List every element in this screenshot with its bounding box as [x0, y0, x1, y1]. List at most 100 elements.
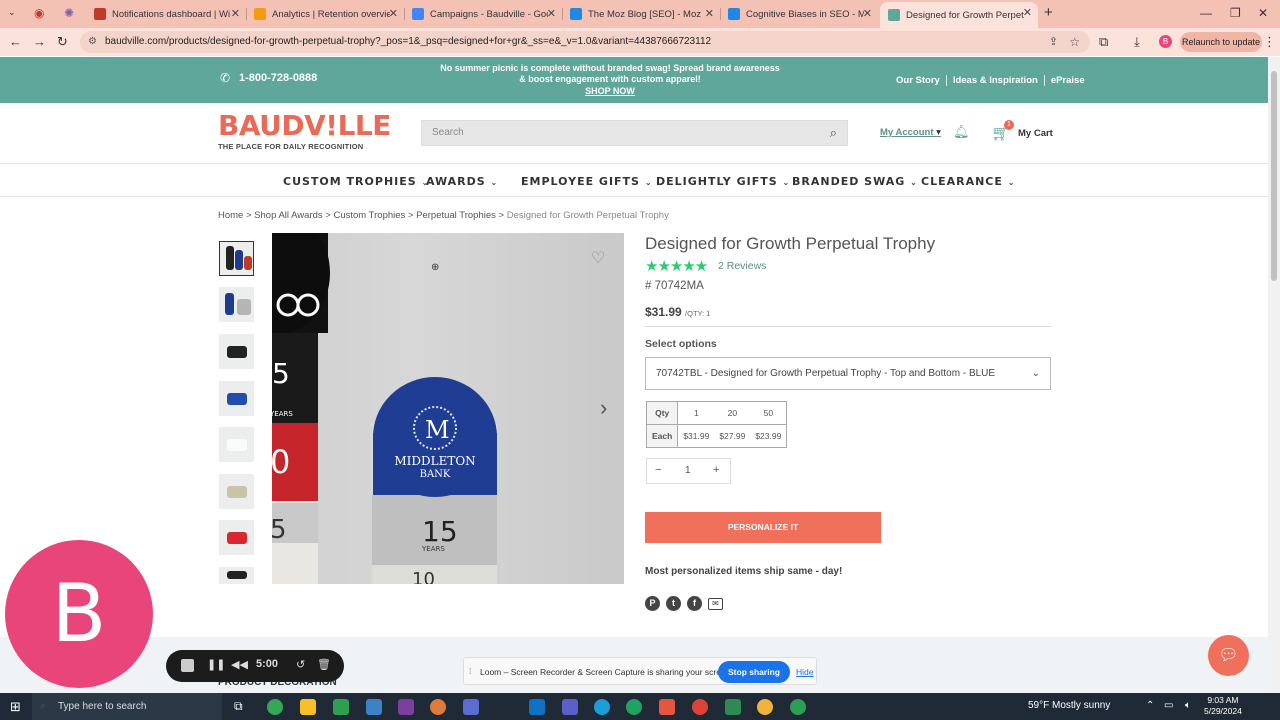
shop-now-link[interactable]: SHOP NOW	[440, 86, 780, 97]
browser-menu-icon[interactable]: ⋮	[1263, 34, 1276, 50]
volume-icon[interactable]: 🔈︎	[1185, 700, 1191, 711]
page-scrollbar[interactable]	[1268, 57, 1280, 693]
search-icon[interactable]: ⌕	[830, 121, 837, 145]
excel-icon[interactable]	[725, 699, 741, 715]
bookmark-star-icon[interactable]: ☆	[1069, 31, 1080, 53]
nav-clearance[interactable]: CLEARANCE ⌄	[921, 175, 1015, 188]
our-story-link[interactable]: Our Story	[890, 75, 947, 86]
pinterest-icon[interactable]: P	[645, 596, 660, 611]
quantity-stepper[interactable]: − 1 +	[646, 458, 731, 484]
facebook-icon[interactable]: f	[687, 596, 702, 611]
gallery-thumbnail[interactable]	[219, 567, 254, 584]
app-icon[interactable]	[463, 699, 479, 715]
personalize-button[interactable]: PERSONALIZE IT	[645, 512, 881, 543]
variant-select[interactable]: 70742TBL - Designed for Growth Perpetual…	[645, 357, 1051, 390]
system-clock[interactable]: 9:03 AM 5/29/2024	[1204, 695, 1242, 717]
battery-icon[interactable]: ▭	[1164, 700, 1173, 711]
gallery-thumbnail[interactable]	[219, 474, 254, 509]
task-view-icon[interactable]: ⧉	[234, 699, 250, 715]
close-tab-icon[interactable]: ✕	[231, 7, 240, 20]
stop-recording-icon[interactable]	[181, 659, 194, 672]
gallery-thumbnail[interactable]	[219, 427, 254, 462]
pause-icon[interactable]: ❚❚	[207, 658, 225, 671]
restart-icon[interactable]: ↺	[296, 658, 305, 671]
site-search-input[interactable]: Search ⌕	[421, 120, 848, 146]
epraise-link[interactable]: ePraise	[1045, 75, 1091, 86]
reviews-link[interactable]: 2 Reviews	[718, 260, 766, 272]
gallery-thumbnail[interactable]	[219, 520, 254, 555]
outlook-icon[interactable]	[529, 699, 545, 715]
chat-bubble-icon[interactable]: 💬︎	[1208, 635, 1249, 676]
chrome-icon[interactable]	[267, 699, 283, 715]
relaunch-button[interactable]: Relaunch to update	[1180, 32, 1262, 52]
stop-sharing-button[interactable]: Stop sharing	[718, 661, 790, 683]
gallery-thumbnail[interactable]	[219, 381, 254, 416]
breadcrumb-shop-all-awards[interactable]: Shop All Awards	[254, 210, 322, 221]
tab-notifications[interactable]: Notifications dashboard | Wise ✕	[86, 3, 246, 25]
record-icon[interactable]: ◉	[34, 6, 44, 20]
reload-icon[interactable]: ↻	[57, 34, 68, 50]
site-info-icon[interactable]: ⚙	[88, 31, 97, 53]
tab-moz-blog[interactable]: The Moz Blog [SEO] - Moz ✕	[562, 3, 720, 25]
ideas-inspiration-link[interactable]: Ideas & Inspiration	[947, 75, 1045, 86]
breadcrumb-home[interactable]: Home	[218, 210, 243, 221]
tab-analytics[interactable]: Analytics | Retention overview ✕	[246, 3, 404, 25]
breadcrumb-custom-trophies[interactable]: Custom Trophies	[333, 210, 405, 221]
chrome-icon[interactable]	[757, 699, 773, 715]
twitter-icon[interactable]: t	[666, 596, 681, 611]
weather-widget[interactable]: 59°F Mostly sunny	[1028, 700, 1110, 711]
breadcrumb-perpetual-trophies[interactable]: Perpetual Trophies	[416, 210, 496, 221]
close-tab-icon[interactable]: ✕	[547, 7, 556, 20]
minimize-icon[interactable]: —	[1200, 6, 1212, 20]
my-account-link[interactable]: My Account ▾	[880, 127, 941, 138]
new-tab-icon[interactable]: +	[1044, 4, 1053, 21]
tab-designed-for-growth[interactable]: Designed for Growth Perpetual ✕	[880, 2, 1038, 28]
app-icon[interactable]	[626, 699, 642, 715]
gallery-thumbnail[interactable]	[219, 287, 254, 322]
app-icon[interactable]	[659, 699, 675, 715]
forward-icon[interactable]: →	[33, 34, 46, 49]
app-icon[interactable]	[333, 699, 349, 715]
taskbar-search[interactable]: ⌕ Type here to search	[32, 693, 222, 720]
trash-icon[interactable]: 🗑︎	[317, 658, 331, 671]
tray-chevron-icon[interactable]: ⌃	[1146, 700, 1154, 711]
hide-link[interactable]: Hide	[796, 667, 813, 677]
close-tab-icon[interactable]: ✕	[389, 7, 398, 20]
drag-handle-icon[interactable]: ⁞	[469, 666, 471, 676]
minus-icon[interactable]: −	[655, 464, 661, 476]
chrome-icon[interactable]	[790, 699, 806, 715]
plus-icon[interactable]: +	[713, 464, 719, 476]
calculator-icon[interactable]	[366, 699, 382, 715]
url-bar[interactable]: ⚙ baudville.com/products/designed-for-gr…	[80, 31, 1090, 53]
phone-number[interactable]: 1-800-728-0888	[239, 72, 317, 84]
close-tab-icon[interactable]: ✕	[1023, 6, 1032, 19]
product-main-image[interactable]: 5 YEARS 0 5 M MIDDLETON BANK 15 YEARS 10	[272, 233, 624, 584]
nav-delightly-gifts[interactable]: DELIGHTLY GIFTS ⌄	[656, 175, 790, 188]
profile-avatar[interactable]: B	[1159, 35, 1172, 48]
star-rating[interactable]: ★★★★★	[645, 257, 708, 275]
my-cart-link[interactable]: My Cart	[1018, 128, 1053, 139]
extensions-icon[interactable]: ⧉	[1099, 34, 1108, 50]
gallery-thumbnail[interactable]	[219, 334, 254, 369]
edge-icon[interactable]	[594, 699, 610, 715]
nav-branded-swag[interactable]: BRANDED SWAG ⌄	[792, 175, 918, 188]
windows-start-icon[interactable]: ⊞	[10, 699, 21, 715]
extension-gear-icon[interactable]: ✺	[64, 6, 74, 20]
nav-awards[interactable]: AWARDS ⌄	[426, 175, 498, 188]
next-image-chevron-icon[interactable]: ›	[600, 395, 607, 421]
close-tab-icon[interactable]: ✕	[863, 7, 872, 20]
install-icon[interactable]: ⇪	[1049, 31, 1058, 53]
close-tab-icon[interactable]: ✕	[705, 7, 714, 20]
site-logo[interactable]: BAUDV!LLE THE PLACE FOR DAILY RECOGNITIO…	[218, 112, 391, 152]
rewind-icon[interactable]: ◀◀	[231, 658, 248, 671]
nav-custom-trophies[interactable]: CUSTOM TROPHIES ⌄	[283, 175, 429, 188]
wishlist-heart-icon[interactable]: ♡	[591, 248, 605, 268]
teams-icon[interactable]	[562, 699, 578, 715]
file-explorer-icon[interactable]	[300, 699, 316, 715]
close-window-icon[interactable]: ✕	[1258, 6, 1268, 20]
download-icon[interactable]: ⤓	[1134, 34, 1140, 50]
maximize-icon[interactable]: ❐	[1230, 6, 1241, 20]
email-icon[interactable]: ✉	[708, 598, 723, 610]
quantity-value[interactable]: 1	[685, 465, 691, 476]
bell-icon[interactable]: 🔔︎	[953, 124, 970, 140]
